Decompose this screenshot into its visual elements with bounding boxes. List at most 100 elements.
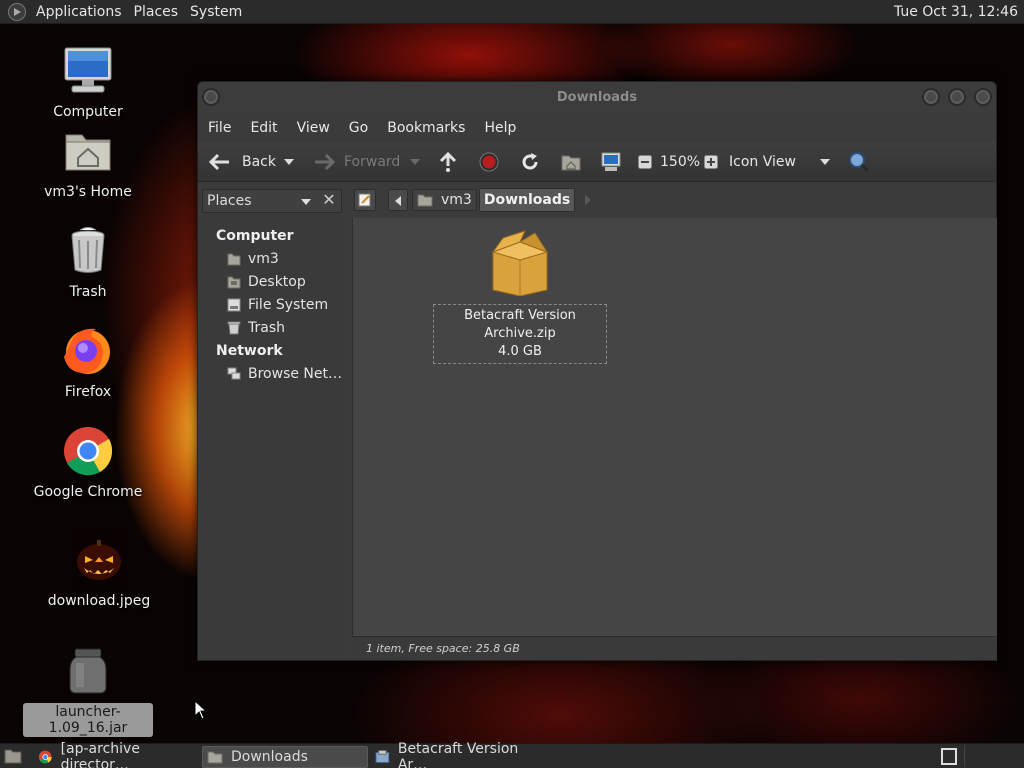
- desktop-icon-launcher-jar[interactable]: launcher-1.09_16.jar: [23, 645, 153, 737]
- view-mode-select[interactable]: Icon View: [729, 142, 796, 182]
- trash-icon: [227, 321, 241, 335]
- desktop-icon-home[interactable]: vm3's Home: [23, 125, 153, 201]
- taskbar-item-downloads[interactable]: Downloads: [202, 746, 368, 768]
- desktop-icon-chrome[interactable]: Google Chrome: [23, 425, 153, 501]
- desktop-icon-download-jpeg[interactable]: download.jpeg: [34, 530, 164, 610]
- home-icon: [227, 253, 241, 266]
- desktop-icon: [227, 276, 241, 289]
- back-button[interactable]: Back: [208, 142, 276, 182]
- view-mode-dropdown[interactable]: [820, 142, 830, 182]
- folder-icon: [207, 751, 223, 764]
- chrome-icon: [38, 750, 52, 764]
- sidebar-item-file-system[interactable]: File System: [199, 294, 347, 317]
- path-segment-downloads[interactable]: Downloads: [478, 188, 576, 212]
- menu-applications[interactable]: Applications: [30, 0, 128, 24]
- jar-icon: [62, 645, 114, 697]
- desktop-icon-firefox[interactable]: Firefox: [23, 325, 153, 401]
- close-button[interactable]: [974, 88, 992, 106]
- sidebar-item-vm3[interactable]: vm3: [199, 248, 347, 271]
- chrome-icon: [62, 425, 114, 477]
- zoom-out-icon: [638, 155, 652, 169]
- toolbar: Back Forward 150% Icon View: [198, 142, 996, 182]
- forward-button[interactable]: Forward: [312, 142, 400, 182]
- menu-view[interactable]: View: [291, 120, 336, 136]
- clock[interactable]: Tue Oct 31, 12:46: [894, 0, 1018, 24]
- up-button[interactable]: [438, 142, 458, 182]
- workspace-switcher[interactable]: [941, 748, 957, 765]
- menu-help[interactable]: Help: [478, 120, 522, 136]
- chevron-down-icon: [284, 159, 294, 165]
- menu-bookmarks[interactable]: Bookmarks: [381, 120, 471, 136]
- file-view[interactable]: Betacraft Version Archive.zip 4.0 GB: [352, 218, 997, 636]
- taskbar-item-chrome[interactable]: [ap-archive director…: [34, 741, 199, 768]
- close-sidebar-icon[interactable]: ✕: [317, 189, 341, 213]
- chevron-down-icon: [410, 159, 420, 165]
- breadcrumb: vm3 Downloads: [354, 186, 593, 214]
- show-desktop-button[interactable]: [4, 748, 22, 768]
- home-folder-icon: [417, 194, 433, 207]
- minimize-button[interactable]: [922, 88, 940, 106]
- network-icon: [227, 367, 241, 380]
- home-folder-icon: [62, 125, 114, 177]
- taskbar-item-archive[interactable]: Betacraft Version Ar…: [371, 741, 541, 768]
- stop-button[interactable]: [479, 142, 499, 182]
- drive-icon: [227, 298, 241, 312]
- forward-history-dropdown[interactable]: [410, 142, 420, 182]
- chevron-left-icon: [395, 196, 401, 206]
- sidebar-item-desktop[interactable]: Desktop: [199, 271, 347, 294]
- menu-file[interactable]: File: [202, 120, 237, 136]
- zoom-level[interactable]: 150%: [660, 142, 700, 182]
- zoom-out-button[interactable]: [638, 142, 652, 182]
- home-button[interactable]: [561, 142, 581, 182]
- chevron-right-icon: [585, 195, 592, 205]
- desktop-icon-computer[interactable]: Computer: [23, 45, 153, 121]
- sidebar-header-network: Network: [216, 343, 283, 359]
- file-size: 4.0 GB: [498, 344, 542, 359]
- desktop-icon-label: vm3's Home: [44, 184, 132, 200]
- sidebar-item-trash[interactable]: Trash: [199, 317, 347, 340]
- reload-button[interactable]: [520, 142, 540, 182]
- menu-places[interactable]: Places: [128, 0, 185, 24]
- path-scroll-right-button[interactable]: [585, 189, 593, 211]
- mouse-cursor-icon: [194, 700, 206, 720]
- computer-icon: [601, 152, 621, 171]
- desktop-icon-label: Computer: [53, 104, 123, 120]
- stop-icon: [479, 152, 499, 172]
- image-thumbnail-icon: [71, 530, 127, 586]
- desktop-icon-label: Trash: [69, 284, 107, 300]
- bottom-panel: [ap-archive director… Downloads Betacraf…: [0, 741, 1024, 768]
- path-segment-vm3[interactable]: vm3: [412, 189, 477, 211]
- home-folder-icon: [561, 155, 581, 171]
- show-desktop-icon: [4, 749, 22, 764]
- file-item[interactable]: Betacraft Version Archive.zip 4.0 GB: [433, 230, 607, 364]
- desktop-icon-label: Firefox: [64, 384, 112, 400]
- sidebar-item-browse-network[interactable]: Browse Net…: [199, 363, 347, 386]
- zoom-in-button[interactable]: [704, 142, 718, 182]
- package-icon: [491, 230, 549, 297]
- search-button[interactable]: [848, 142, 870, 182]
- menu-edit[interactable]: Edit: [244, 120, 283, 136]
- path-scroll-left-button[interactable]: [388, 189, 408, 211]
- back-history-dropdown[interactable]: [284, 142, 294, 182]
- desktop-icon-label: launcher-1.09_16.jar: [23, 703, 153, 737]
- menu-system[interactable]: System: [184, 0, 248, 24]
- computer-icon: [62, 45, 114, 97]
- distro-logo-icon[interactable]: [8, 2, 26, 21]
- archive-manager-icon: [375, 750, 390, 764]
- desktop-icon-label: Google Chrome: [33, 484, 143, 500]
- forward-arrow-icon: [315, 153, 336, 171]
- window-titlebar[interactable]: Downloads: [198, 82, 996, 114]
- panel-divider: [964, 745, 965, 767]
- reload-icon: [522, 153, 538, 170]
- toggle-location-button[interactable]: [354, 189, 376, 211]
- menu-go[interactable]: Go: [343, 120, 374, 136]
- desktop-icon-trash[interactable]: Trash: [23, 225, 153, 301]
- maximize-button[interactable]: [948, 88, 966, 106]
- file-name: Betacraft Version Archive.zip: [464, 308, 576, 341]
- file-label: Betacraft Version Archive.zip 4.0 GB: [433, 304, 607, 364]
- computer-button[interactable]: [600, 142, 622, 182]
- chevron-down-icon: [820, 159, 830, 165]
- sidebar-header-computer: Computer: [216, 228, 294, 244]
- menu-bar: File Edit View Go Bookmarks Help: [198, 114, 996, 142]
- window-menu-button[interactable]: [202, 88, 220, 106]
